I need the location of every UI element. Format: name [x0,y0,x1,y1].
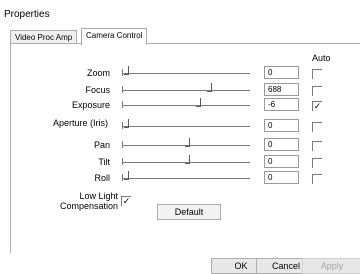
value-field[interactable]: 0 [264,138,299,151]
control-label: Focus [85,85,110,95]
auto-column-header: Auto [312,53,331,63]
check-mark-icon: ✓ [122,196,131,206]
slider-thumb[interactable] [206,83,212,92]
auto-checkbox[interactable] [312,86,322,96]
auto-checkbox[interactable] [312,141,322,151]
tab-camera-control[interactable]: Camera Control [81,28,148,45]
control-label: Tilt [98,157,110,167]
slider-track[interactable] [122,90,250,91]
value-field[interactable]: 0 [264,155,299,168]
low-light-checkbox[interactable]: ✓ [121,196,131,206]
slider-track-end [122,86,123,93]
slider-track-end [122,101,123,108]
control-label: Roll [94,173,110,183]
slider-thumb[interactable] [124,119,129,128]
value-field[interactable]: 0 [264,66,299,79]
auto-checkbox[interactable] [312,158,322,168]
slider-track[interactable] [122,126,250,127]
value-field[interactable]: 688 [264,83,299,96]
window-title: Properties [4,9,50,20]
slider-track[interactable] [122,105,250,106]
value-field[interactable]: 0 [264,171,299,184]
slider-track-end [122,158,123,165]
slider-thumb[interactable] [124,171,129,180]
slider-track[interactable] [122,178,250,179]
slider-track-end [122,141,123,148]
auto-checkbox[interactable] [312,69,322,79]
slider-track[interactable] [122,73,250,74]
apply-button[interactable]: Apply [302,258,360,274]
auto-checkbox[interactable]: ✓ [312,101,322,111]
value-field[interactable]: 0 [264,119,299,132]
check-mark-icon: ✓ [313,101,322,111]
slider-thumb[interactable] [185,155,190,164]
auto-checkbox[interactable] [312,122,322,132]
auto-checkbox[interactable] [312,174,322,184]
value-field[interactable]: -6 [264,98,299,111]
control-label: Pan [93,140,110,150]
tab-strip: Video Proc Amp Camera Control [10,28,360,45]
control-label: Aperture (Iris) [52,118,108,128]
slider-track-end [122,174,123,181]
slider-thumb[interactable] [185,138,190,147]
control-label: Exposure [71,100,110,110]
slider-track-end [122,69,123,76]
tab-video-proc-amp[interactable]: Video Proc Amp [10,30,78,44]
default-button[interactable]: Default [157,204,221,220]
slider-thumb[interactable] [195,98,201,107]
slider-track-end [122,122,123,129]
control-label: Zoom [86,68,110,78]
slider-thumb[interactable] [124,66,129,75]
low-light-label: Low Light Compensation [59,191,118,211]
